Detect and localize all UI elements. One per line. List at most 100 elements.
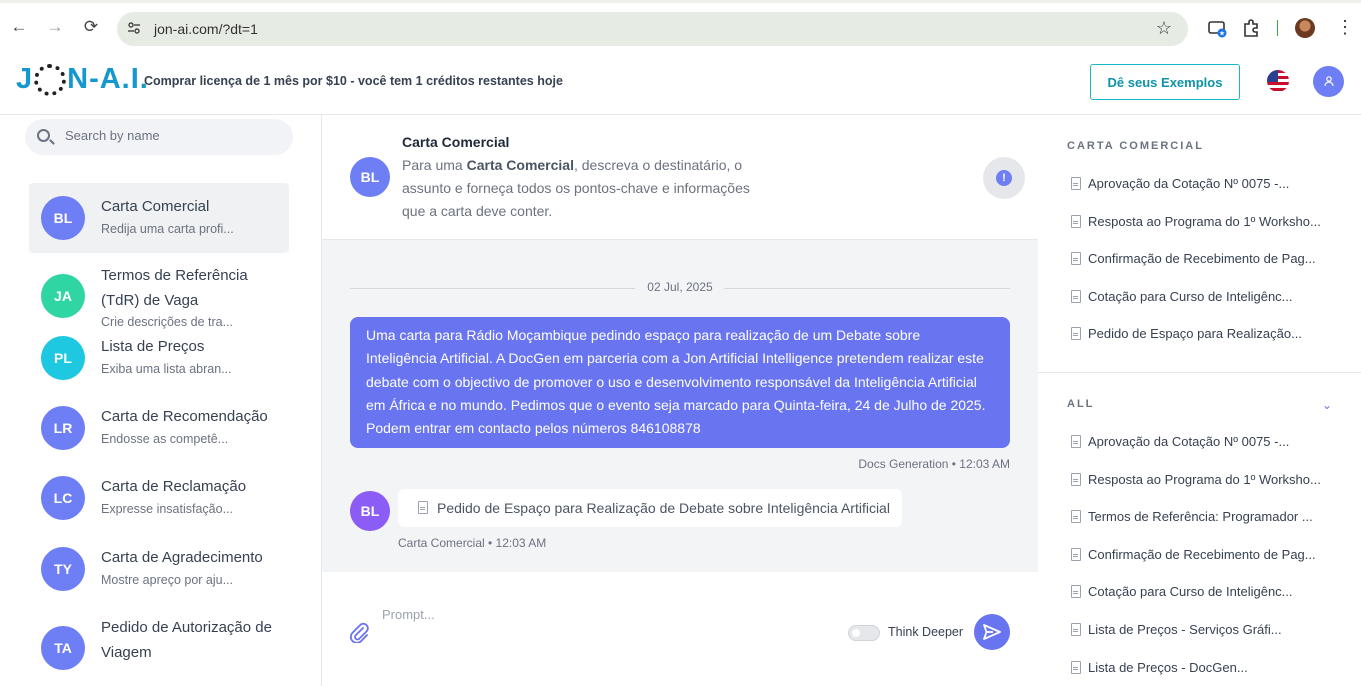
chevron-down-icon[interactable]: ⌄: [1322, 398, 1332, 412]
user-icon: [1323, 76, 1334, 87]
template-item[interactable]: LC Carta de Reclamação Expresse insatisfaç…: [29, 463, 289, 533]
document-list-item[interactable]: Aprovação da Cotação Nº 0075 -...: [1071, 434, 1290, 449]
template-avatar: TA: [41, 626, 85, 670]
document-title: Confirmação de Recebimento de Pag...: [1088, 546, 1316, 562]
app-header: J N-A.I. Comprar licença de 1 mês por $10…: [0, 50, 1361, 115]
search-input[interactable]: [65, 128, 275, 143]
document-list-item[interactable]: Aprovação da Cotação Nº 0075 -...: [1071, 176, 1289, 191]
gear-logo-icon: [34, 63, 67, 96]
bot-avatar: BL: [350, 491, 390, 531]
template-description: Endosse as competê...: [101, 432, 229, 446]
info-icon: !: [996, 170, 1012, 186]
url-text[interactable]: jon-ai.com/?dt=1: [154, 21, 258, 37]
template-item[interactable]: TA Pedido de Autorização de Viagem: [29, 604, 289, 686]
document-title: Lista de Preços - DocGen...: [1088, 659, 1248, 675]
template-name: Carta Comercial: [101, 198, 210, 215]
browser-menu-icon[interactable]: ⋮: [1336, 17, 1354, 37]
composer: Think Deeper: [322, 572, 1038, 686]
bookmark-star-icon[interactable]: ☆: [1156, 18, 1172, 39]
license-promo-link[interactable]: Comprar licença de 1 mês por $10 - você …: [144, 74, 563, 88]
think-deeper-label: Think Deeper: [888, 625, 964, 639]
document-title: Aprovação da Cotação Nº 0075 -...: [1088, 434, 1290, 449]
template-name: Pedido de Autorização de Viagem: [101, 619, 272, 661]
section-title-carta: CARTA COMERCIAL: [1067, 140, 1204, 152]
extensions-puzzle-icon[interactable]: [1241, 18, 1261, 38]
send-button[interactable]: [974, 614, 1010, 650]
document-title: Pedido de Espaço para Realização de Deba…: [437, 500, 890, 516]
document-list-item[interactable]: Cotação para Curso de Inteligênc...: [1071, 289, 1293, 304]
document-icon: [1071, 177, 1081, 190]
give-examples-button[interactable]: Dê seus Exemplos: [1090, 64, 1240, 100]
document-list-item[interactable]: Pedido de Espaço para Realização...: [1071, 326, 1302, 342]
search-icon: [37, 129, 50, 142]
jon-ai-logo[interactable]: J N-A.I.: [16, 63, 149, 96]
prompt-input[interactable]: [382, 607, 782, 622]
desc-pre: Para uma: [402, 157, 467, 173]
template-avatar: JA: [41, 274, 85, 318]
cast-icon[interactable]: ★: [1207, 18, 1227, 38]
document-list-item[interactable]: Resposta ao Programa do 1º Worksho...: [1071, 214, 1321, 229]
search-box[interactable]: [25, 119, 293, 155]
user-message-bubble: Uma carta para Rádio Moçambique pedindo …: [350, 317, 1010, 448]
document-list-item[interactable]: Confirmação de Recebimento de Pag...: [1071, 546, 1316, 562]
document-icon: [1071, 547, 1081, 561]
logo-text-part1: J: [16, 63, 34, 95]
user-account-icon[interactable]: [1313, 66, 1344, 97]
site-settings-icon[interactable]: [127, 21, 141, 35]
chat-header: BL Carta Comercial Para uma Carta Comerc…: [322, 115, 1038, 240]
browser-profile-avatar[interactable]: [1295, 18, 1315, 38]
logo-text-part2: N-A.I.: [67, 63, 149, 95]
generated-document-card[interactable]: Pedido de Espaço para Realização de Deba…: [398, 489, 902, 527]
template-description: Exiba uma lista abran...: [101, 362, 232, 376]
think-deeper-toggle[interactable]: [848, 625, 880, 641]
document-title: Pedido de Espaço para Realização...: [1088, 326, 1302, 342]
document-list-item[interactable]: Lista de Preços - DocGen...: [1071, 659, 1248, 675]
send-icon: [983, 624, 1001, 640]
document-list-item[interactable]: Lista de Preços - Serviços Gráfi...: [1071, 622, 1282, 637]
reload-icon[interactable]: ⟳: [81, 17, 101, 37]
template-name: Lista de Preços: [101, 338, 205, 355]
date-separator: 02 Jul, 2025: [350, 280, 1010, 296]
template-name: Carta de Reclamação: [101, 478, 247, 495]
us-flag-language-icon[interactable]: [1267, 70, 1289, 92]
chat-title: Carta Comercial: [402, 134, 510, 150]
document-icon: [1071, 327, 1081, 341]
section-divider: [1038, 372, 1361, 373]
template-item[interactable]: BL Carta Comercial Redija uma carta profi.…: [29, 183, 289, 253]
template-description: Redija uma carta profi...: [101, 222, 234, 236]
user-message-meta: Docs Generation • 12:03 AM: [858, 457, 1010, 471]
document-title: Cotação para Curso de Inteligênc...: [1088, 584, 1293, 600]
template-name: Carta de Agradecimento: [101, 549, 263, 566]
forward-arrow-icon[interactable]: →: [45, 17, 65, 37]
template-name: Carta de Recomendação: [101, 408, 268, 425]
documents-panel: CARTA COMERCIAL Aprovação da Cotação Nº …: [1038, 115, 1361, 686]
document-icon: [1071, 472, 1081, 486]
document-list-item[interactable]: Termos de Referência: Programador ...: [1071, 509, 1313, 525]
date-label: 02 Jul, 2025: [635, 280, 725, 294]
template-avatar: LR: [41, 406, 85, 450]
document-icon: [1071, 214, 1081, 228]
chat-description: Para uma Carta Comercial, descreva o des…: [402, 154, 752, 223]
document-title: Termos de Referência: Programador ...: [1088, 509, 1313, 525]
template-description: Expresse insatisfação...: [101, 502, 234, 516]
document-icon: [1071, 252, 1081, 266]
document-icon: [1071, 585, 1081, 599]
info-button[interactable]: !: [983, 157, 1025, 199]
template-item[interactable]: LR Carta de Recomendação Endosse as compet…: [29, 393, 289, 463]
document-icon: [1071, 623, 1081, 636]
document-list-item[interactable]: Confirmação de Recebimento de Pag...: [1071, 251, 1316, 266]
document-list-item[interactable]: Resposta ao Programa do 1º Worksho...: [1071, 472, 1321, 487]
template-description: Mostre apreço por aju...: [101, 573, 234, 587]
document-icon: [1071, 660, 1081, 674]
address-bar[interactable]: jon-ai.com/?dt=1 ☆: [117, 12, 1188, 46]
browser-toolbar: ← → ⟳ jon-ai.com/?dt=1 ☆ ★ ⋮: [0, 0, 1361, 50]
paperclip-attach-icon[interactable]: [348, 621, 370, 644]
document-list-item[interactable]: Cotação para Curso de Inteligênc...: [1071, 584, 1293, 600]
document-icon: [418, 501, 428, 514]
template-item[interactable]: TY Carta de Agradecimento Mostre apreço po…: [29, 534, 289, 604]
back-arrow-icon[interactable]: ←: [9, 17, 29, 37]
chat-area: BL Carta Comercial Para uma Carta Comerc…: [322, 115, 1038, 686]
template-avatar: LC: [41, 476, 85, 520]
template-name: Termos de Referência (TdR) de Vaga: [101, 267, 248, 309]
template-item[interactable]: PL Lista de Preços Exiba uma lista abran..…: [29, 323, 289, 393]
